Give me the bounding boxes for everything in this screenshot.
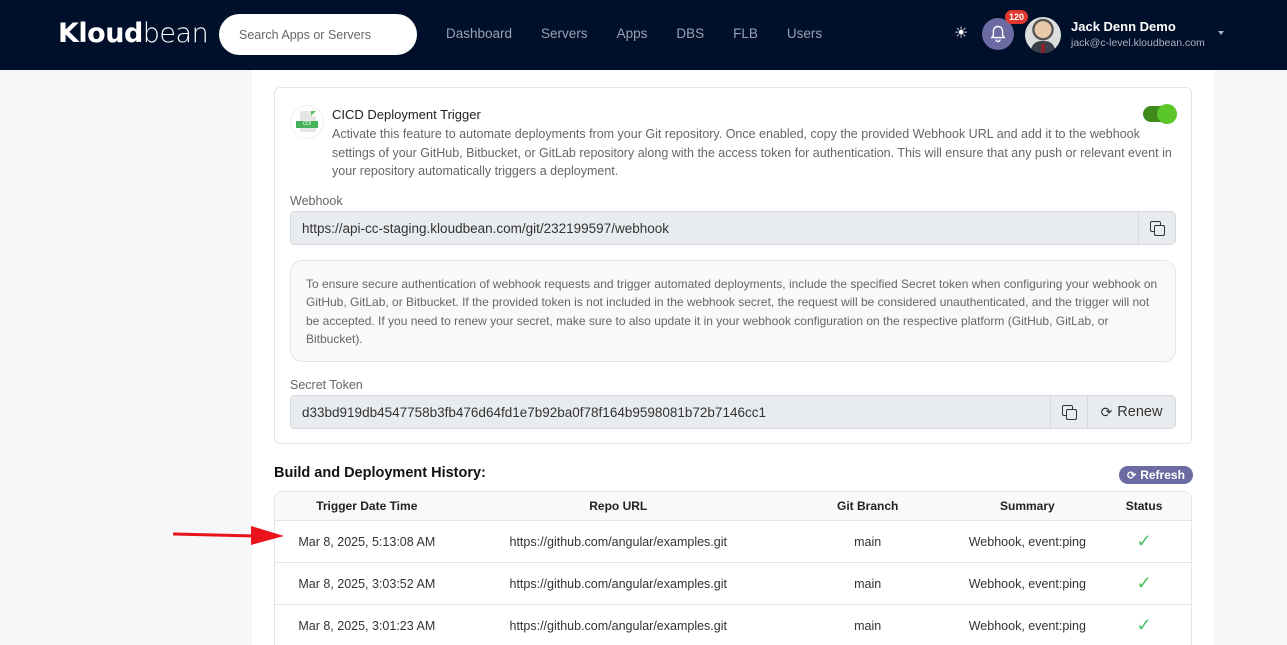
history-table: Trigger Date Time Repo URL Git Branch Su… <box>274 491 1192 645</box>
cell-status: ✓ <box>1097 605 1191 645</box>
cicd-card: CDI CICD Deployment Trigger Activate thi… <box>274 87 1192 444</box>
col-status[interactable]: Status <box>1097 492 1191 520</box>
col-repo-url[interactable]: Repo URL <box>459 492 778 520</box>
refresh-history-button[interactable]: ⟳ Refresh <box>1119 466 1193 484</box>
secret-token-label: Secret Token <box>290 378 363 392</box>
user-avatar[interactable] <box>1025 17 1061 53</box>
nav-servers[interactable]: Servers <box>541 26 588 41</box>
nav-dashboard[interactable]: Dashboard <box>446 26 512 41</box>
cell-repo-url: https://github.com/angular/examples.git <box>509 534 727 549</box>
table-row[interactable]: Mar 8, 2025, 3:01:23 AM https://github.c… <box>275 605 1191 645</box>
webhook-label: Webhook <box>290 194 343 208</box>
history-title: Build and Deployment History: <box>274 465 486 481</box>
nav-dbs[interactable]: DBS <box>676 26 704 41</box>
bell-icon <box>990 25 1006 43</box>
kloudbean-logo[interactable]: Kloudbean <box>58 18 209 49</box>
cicd-enable-toggle[interactable] <box>1143 104 1177 124</box>
webhook-url-input[interactable]: https://api-cc-staging.kloudbean.com/git… <box>291 212 1138 244</box>
success-check-icon: ✓ <box>1136 573 1152 593</box>
cell-repo-url: https://github.com/angular/examples.git <box>509 618 727 633</box>
cell-summary: Webhook, event:ping <box>968 576 1086 591</box>
success-check-icon: ✓ <box>1136 531 1152 551</box>
annotation-arrow-icon <box>173 526 284 545</box>
main-nav: Dashboard Servers Apps DBS FLB Users <box>446 26 851 41</box>
secret-token-input[interactable]: d33bd919db4547758b3fb476d64fd1e7b92ba0f7… <box>291 396 1050 428</box>
cell-summary: Webhook, event:ping <box>968 618 1086 633</box>
cell-branch: main <box>854 534 882 549</box>
cell-branch: main <box>854 576 882 591</box>
search-input[interactable]: Search Apps or Servers <box>219 14 417 55</box>
col-trigger-date-time[interactable]: Trigger Date Time <box>275 492 459 520</box>
cell-summary: Webhook, event:ping <box>968 534 1086 549</box>
table-row[interactable]: Mar 8, 2025, 5:13:08 AM https://github.c… <box>275 521 1191 563</box>
user-name[interactable]: Jack Denn Demo <box>1071 19 1176 34</box>
copy-webhook-button[interactable] <box>1138 212 1175 244</box>
left-margin <box>0 70 252 645</box>
copy-icon <box>1150 221 1165 236</box>
top-navbar: Kloudbean Search Apps or Servers Dashboa… <box>0 0 1287 70</box>
cell-status: ✓ <box>1097 521 1191 562</box>
cdi-file-icon: CDI <box>290 105 324 139</box>
table-header: Trigger Date Time Repo URL Git Branch Su… <box>275 492 1191 521</box>
secret-info-box: To ensure secure authentication of webho… <box>290 260 1176 362</box>
cell-status: ✓ <box>1097 563 1191 604</box>
nav-users[interactable]: Users <box>787 26 822 41</box>
notification-count-badge: 120 <box>1005 10 1029 24</box>
cell-datetime: Mar 8, 2025, 3:03:52 AM <box>298 576 436 591</box>
col-summary[interactable]: Summary <box>958 492 1098 520</box>
cell-datetime: Mar 8, 2025, 5:13:08 AM <box>298 534 436 549</box>
nav-flb[interactable]: FLB <box>733 26 758 41</box>
table-row[interactable]: Mar 8, 2025, 3:03:52 AM https://github.c… <box>275 563 1191 605</box>
success-check-icon: ✓ <box>1136 615 1152 635</box>
cell-repo-url: https://github.com/angular/examples.git <box>509 576 727 591</box>
cicd-title: CICD Deployment Trigger <box>332 107 481 122</box>
copy-icon <box>1062 405 1077 420</box>
right-margin <box>1214 70 1287 645</box>
cicd-description: Activate this feature to automate deploy… <box>332 127 1172 178</box>
refresh-icon: ⟳ <box>1127 469 1137 482</box>
nav-apps[interactable]: Apps <box>617 26 648 41</box>
renew-secret-button[interactable]: ⟳ Renew <box>1087 396 1175 428</box>
secret-token-field: d33bd919db4547758b3fb476d64fd1e7b92ba0f7… <box>290 395 1176 429</box>
col-git-branch[interactable]: Git Branch <box>778 492 958 520</box>
webhook-field: https://api-cc-staging.kloudbean.com/git… <box>290 211 1176 245</box>
user-menu-caret-icon[interactable] <box>1218 31 1224 35</box>
user-email: jack@c-level.kloudbean.com <box>1071 37 1205 49</box>
refresh-icon: ⟳ <box>1100 403 1113 420</box>
cell-datetime: Mar 8, 2025, 3:01:23 AM <box>298 618 436 633</box>
copy-secret-button[interactable] <box>1050 396 1087 428</box>
theme-toggle-sun-icon[interactable]: ☀ <box>952 25 970 43</box>
cell-branch: main <box>854 618 882 633</box>
